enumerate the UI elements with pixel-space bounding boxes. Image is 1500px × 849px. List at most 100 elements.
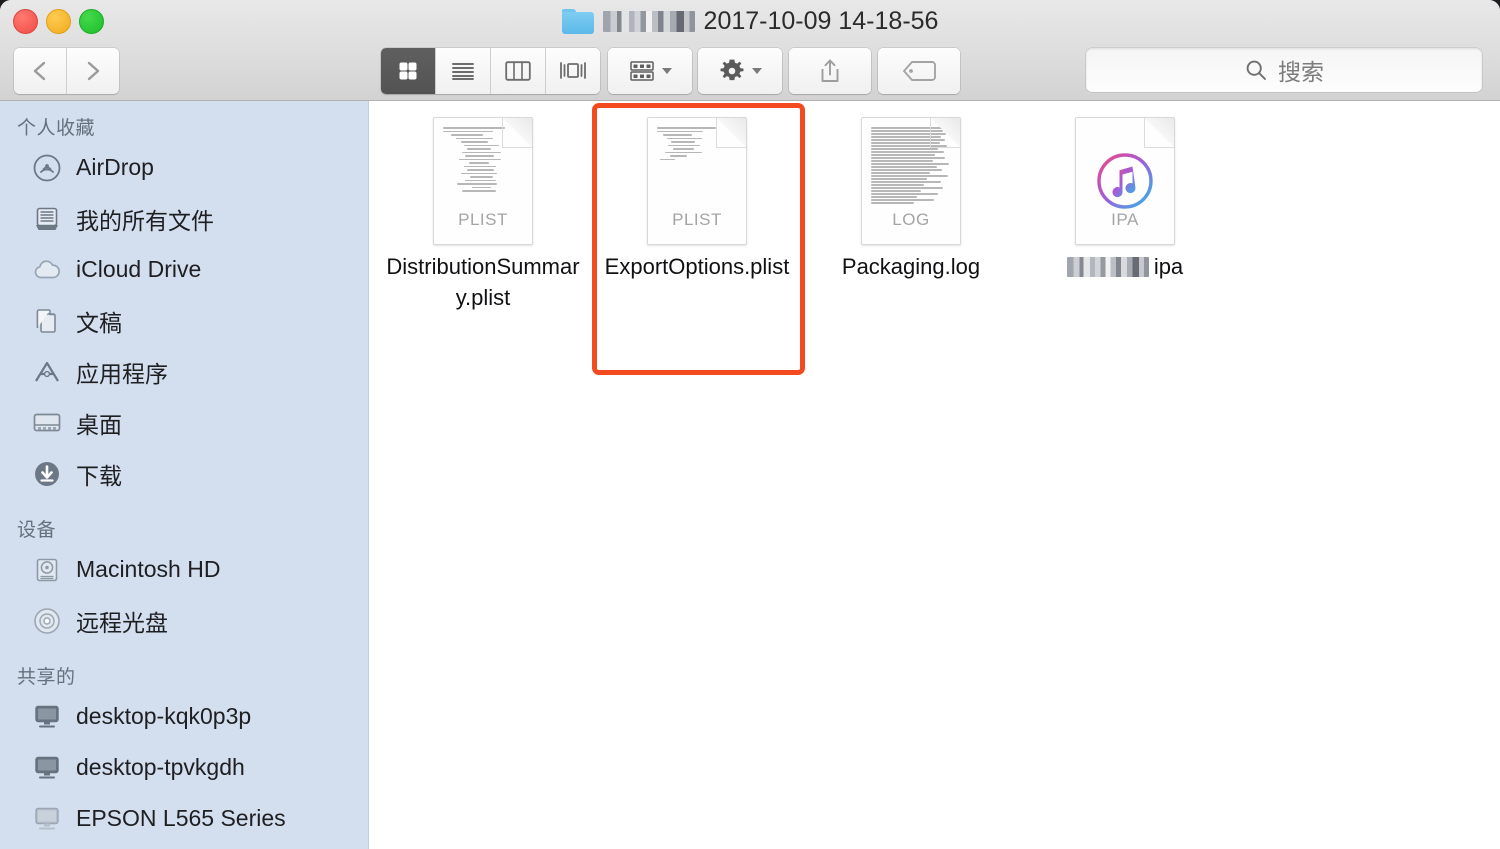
grid-icon: [399, 62, 417, 80]
redacted-title-prefix: [602, 10, 695, 32]
sidebar-item-label: 桌面: [76, 411, 122, 438]
window-titlebar: 2017-10-09 14-18-56 搜索: [0, 0, 1500, 101]
sidebar-item-label: 应用程序: [76, 360, 168, 387]
file-kind-label: LOG: [892, 210, 930, 229]
page-fold-corner: [502, 118, 532, 148]
columns-icon: [505, 61, 531, 81]
file-name-label: ExportOptions.plist: [604, 254, 790, 279]
tag-button-group: [878, 48, 960, 94]
hard-disk-icon: [32, 555, 62, 585]
sidebar-item-label: AirDrop: [76, 154, 154, 180]
action-button[interactable]: [698, 48, 782, 94]
finder-window: 2017-10-09 14-18-56 搜索 个人收藏 AirDrop 我的所有…: [0, 0, 1500, 849]
file-name-label: Packaging.log: [841, 254, 981, 279]
search-icon: [1246, 60, 1266, 80]
file-item[interactable]: LOG Packaging.log: [804, 109, 1018, 313]
file-kind-label: PLIST: [458, 210, 508, 229]
sidebar-item-label: Macintosh HD: [76, 556, 221, 582]
sidebar-item-desktop-tpvkgdh[interactable]: desktop-tpvkgdh: [0, 742, 368, 793]
file-kind-label: PLIST: [672, 210, 722, 229]
documents-icon: [32, 306, 62, 336]
desktop-icon: [32, 408, 62, 438]
sidebar-item-macintosh-hd[interactable]: Macintosh HD: [0, 544, 368, 595]
page-fold-corner: [716, 118, 746, 148]
downloads-icon: [32, 459, 62, 489]
minimize-window-button[interactable]: [46, 9, 71, 34]
sidebar-item-label: 文稿: [76, 309, 122, 336]
tag-icon: [903, 61, 936, 81]
share-icon: [821, 59, 839, 82]
cover-flow-view-button[interactable]: [546, 48, 600, 94]
sidebar-item-epson-l565-series[interactable]: EPSON L565 Series: [0, 793, 368, 844]
sidebar-item-documents[interactable]: 文稿: [0, 295, 368, 346]
column-view-button[interactable]: [491, 48, 546, 94]
gear-icon: [720, 59, 743, 81]
ipa-itunes-icon: IPA: [1075, 117, 1175, 245]
icon-grid: PLIST DistributionSummary.plist PLIST Ex…: [370, 101, 1232, 313]
folder-icon: [561, 8, 594, 34]
sidebar-item-label: EPSON L565 Series: [76, 805, 286, 831]
file-name-label: ipa: [1066, 251, 1184, 282]
file-name-suffix: ipa: [1153, 254, 1184, 279]
file-name-label: DistributionSummary.plist: [386, 254, 580, 310]
sidebar-item-label: desktop-kqk0p3p: [76, 703, 252, 729]
search-field[interactable]: 搜索: [1086, 48, 1482, 92]
page-fold-corner: [930, 118, 960, 148]
sidebar-section-favorites-title: 个人收藏: [17, 118, 96, 139]
computer-icon: [32, 804, 62, 834]
cover-flow-icon: [560, 62, 586, 79]
redacted-file-name-prefix: [1066, 256, 1149, 277]
action-button-group: [698, 48, 782, 94]
arrange-button-group: [608, 48, 692, 94]
share-button[interactable]: [789, 48, 871, 94]
sidebar-item-label: desktop-tpvkgdh: [76, 754, 245, 780]
sidebar-item-airdrop[interactable]: AirDrop: [0, 142, 368, 193]
list-view-button[interactable]: [436, 48, 491, 94]
plist-document-icon: PLIST: [433, 117, 533, 245]
all-my-files-icon: [32, 204, 62, 234]
file-kind-label: IPA: [1111, 210, 1139, 229]
chevron-down-icon: [751, 68, 762, 74]
edit-tags-button[interactable]: [878, 48, 960, 94]
computer-icon: [32, 753, 62, 783]
sidebar-item-downloads[interactable]: 下载: [0, 448, 368, 499]
page-fold-corner: [1144, 118, 1174, 148]
sidebar-item-desktop[interactable]: 桌面: [0, 397, 368, 448]
window-title: 2017-10-09 14-18-56: [0, 4, 1500, 38]
sidebar-item-remote-disc[interactable]: 远程光盘: [0, 595, 368, 646]
file-item[interactable]: IPA ipa: [1018, 109, 1232, 313]
file-item[interactable]: PLIST ExportOptions.plist: [590, 109, 804, 313]
window-title-text: 2017-10-09 14-18-56: [703, 6, 939, 35]
sidebar-item-desktop-kqk0p3p[interactable]: desktop-kqk0p3p: [0, 691, 368, 742]
log-document-icon: LOG: [861, 117, 961, 245]
list-icon: [452, 63, 474, 80]
applications-icon: [32, 357, 62, 387]
sidebar-section-devices-title: 设备: [17, 520, 57, 541]
sidebar-item-label: 下载: [76, 462, 122, 489]
sidebar-item-label: iCloud Drive: [76, 256, 202, 282]
remote-disc-icon: [32, 606, 62, 636]
sidebar-item-icloud-drive[interactable]: iCloud Drive: [0, 244, 368, 295]
sidebar-section-shared-title: 共享的: [17, 667, 76, 688]
arrange-button[interactable]: [608, 48, 692, 94]
plist-document-icon: PLIST: [647, 117, 747, 245]
zoom-window-button[interactable]: [79, 9, 104, 34]
sidebar-item-label: 远程光盘: [76, 609, 168, 636]
search-placeholder: 搜索: [1278, 59, 1324, 85]
share-button-group: [789, 48, 871, 94]
icon-view-button[interactable]: [381, 48, 436, 94]
close-window-button[interactable]: [13, 9, 38, 34]
view-mode-segmented-control: [381, 48, 600, 94]
chevron-down-icon: [661, 68, 672, 74]
airdrop-icon: [32, 153, 62, 183]
sidebar-item-applications[interactable]: 应用程序: [0, 346, 368, 397]
itunes-music-note-icon: [1097, 153, 1153, 209]
sidebar-item-label: 我的所有文件: [76, 207, 214, 234]
file-browser-content[interactable]: PLIST DistributionSummary.plist PLIST Ex…: [370, 101, 1500, 849]
file-item[interactable]: PLIST DistributionSummary.plist: [376, 109, 590, 313]
arrange-grid-icon: [629, 61, 654, 81]
sidebar-item-all-my-files[interactable]: 我的所有文件: [0, 193, 368, 244]
sidebar: 个人收藏 AirDrop 我的所有文件 iCloud Drive 文稿 应用程序…: [0, 101, 369, 849]
traffic-light-controls: [13, 9, 104, 34]
computer-icon: [32, 702, 62, 732]
